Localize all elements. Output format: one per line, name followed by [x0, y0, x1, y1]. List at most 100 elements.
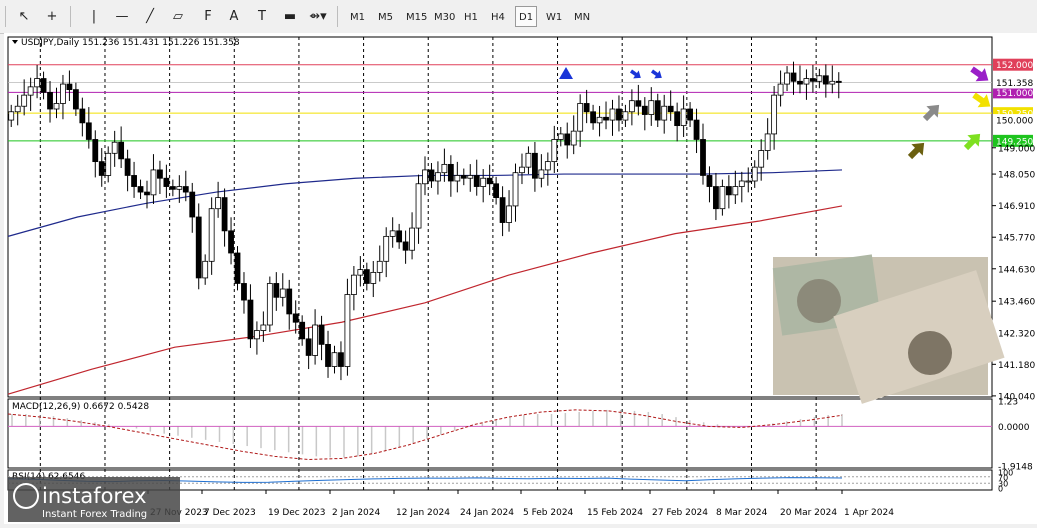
candle-body — [719, 186, 726, 210]
candle-body — [27, 86, 34, 96]
text-label-icon[interactable]: T — [250, 6, 274, 27]
candle-body — [131, 175, 137, 187]
timeframe-m30-button[interactable]: M30 — [430, 6, 459, 27]
candle-body — [713, 186, 719, 210]
timeframe-m5-button[interactable]: M5 — [374, 6, 397, 27]
x-tick-label: 2 Jan 2024 — [332, 508, 380, 518]
candle-body — [519, 166, 525, 174]
y-tick-label: 145.770 — [998, 234, 1035, 244]
candle-body — [577, 103, 584, 132]
timeframe-h4-button[interactable]: H4 — [487, 6, 509, 27]
candle-body — [176, 186, 183, 190]
toolbar-separator — [70, 6, 71, 27]
horizontal-line-icon[interactable]: — — [110, 6, 134, 27]
candle-body — [473, 175, 480, 187]
candle-body — [376, 260, 383, 273]
candle-body — [777, 83, 784, 96]
x-tick-label: 8 Mar 2024 — [716, 508, 768, 518]
timeframe-h1-button[interactable]: H1 — [460, 6, 482, 27]
candle-body — [105, 152, 112, 176]
candle-body — [667, 105, 674, 113]
candle-body — [8, 111, 15, 121]
x-tick-label: 15 Feb 2024 — [587, 508, 643, 518]
candle-body — [370, 271, 377, 284]
candle-body — [383, 235, 390, 262]
toolbar-separator — [337, 6, 338, 27]
candle-body — [47, 91, 53, 110]
candle-body — [493, 183, 500, 199]
x-tick-label: 1 Apr 2024 — [844, 508, 894, 518]
candle-body — [415, 183, 422, 229]
chart-canvas[interactable]: 152.000151.000150.250149.250149.000148.0… — [4, 33, 1037, 524]
candle-body — [72, 89, 79, 110]
candle-body — [822, 75, 829, 85]
chart-header: USDJPY,Daily 151.236 151.431 151.226 151… — [21, 38, 240, 48]
vertical-line-icon[interactable]: | — [82, 6, 106, 27]
candle-body — [467, 175, 474, 179]
y-tick-label: 143.460 — [998, 298, 1035, 308]
candle-body — [751, 166, 758, 182]
candle-body — [583, 103, 590, 113]
macd-pane-frame — [7, 398, 993, 469]
candle-body — [137, 186, 144, 193]
candle-body — [292, 313, 299, 323]
candle-body — [512, 172, 519, 207]
text-icon[interactable]: A — [222, 6, 246, 27]
candle-body — [790, 72, 797, 82]
candle-body — [247, 299, 254, 340]
candle-body — [551, 139, 558, 163]
candle-body — [14, 105, 21, 113]
candle-body — [234, 252, 241, 284]
crosshair-icon[interactable]: + — [40, 6, 64, 27]
candle-body — [654, 100, 661, 121]
candle-body — [693, 119, 700, 140]
timeframe-d1-button[interactable]: D1 — [515, 6, 538, 27]
timeframe-w1-button[interactable]: W1 — [542, 6, 566, 27]
candle-body — [525, 152, 532, 168]
candle-body — [538, 169, 545, 179]
candle-body — [402, 241, 409, 251]
shapes-menu-icon[interactable]: ⇴▾ — [306, 6, 330, 27]
timeframe-mn-button[interactable]: MN — [570, 6, 594, 27]
toolbar-separator — [5, 6, 6, 27]
candle-body — [157, 169, 163, 179]
candle-body — [648, 100, 655, 115]
macd-y-label: 0.0000 — [998, 423, 1030, 433]
candle-body — [816, 75, 823, 82]
price-level-label: 152.000 — [996, 61, 1033, 71]
candle-body — [111, 141, 118, 154]
instaforex-brand-text: instaforex — [42, 484, 147, 508]
candle-body — [305, 338, 312, 356]
candle-body — [163, 177, 170, 187]
candle-body — [350, 274, 357, 295]
rectangle-icon[interactable]: ▬ — [278, 6, 302, 27]
timeframe-m1-button[interactable]: M1 — [346, 6, 369, 27]
candle-body — [532, 152, 538, 179]
candle-body — [486, 177, 493, 185]
candle-body — [771, 94, 778, 135]
chart-window[interactable]: 152.000151.000150.250149.250149.000148.0… — [4, 33, 1037, 524]
candle-body — [208, 208, 215, 262]
candle-body — [260, 324, 267, 331]
candle-body — [835, 80, 842, 83]
x-tick-label: 27 Feb 2024 — [652, 508, 708, 518]
cursor-arrow-icon[interactable]: ↖ — [12, 6, 36, 27]
x-tick-label: 19 Dec 2023 — [268, 508, 326, 518]
trendline-icon[interactable]: ╱ — [138, 6, 162, 27]
candle-body — [641, 105, 648, 115]
candle-body — [622, 111, 629, 121]
macd-y-label: 1.23 — [998, 398, 1018, 408]
candle-body — [312, 324, 318, 356]
channel-icon[interactable]: ▱ — [166, 6, 190, 27]
candle-body — [254, 330, 260, 340]
candle-body — [21, 94, 28, 107]
y-tick-label: 146.910 — [998, 202, 1035, 212]
candle-body — [596, 116, 603, 124]
candle-body — [118, 141, 125, 160]
timeframe-m15-button[interactable]: M15 — [402, 6, 431, 27]
x-tick-label: 20 Mar 2024 — [780, 508, 837, 518]
candle-body — [732, 186, 739, 196]
candle-body — [66, 83, 73, 91]
fibonacci-icon[interactable]: F — [196, 6, 220, 27]
candle-body — [797, 80, 803, 85]
